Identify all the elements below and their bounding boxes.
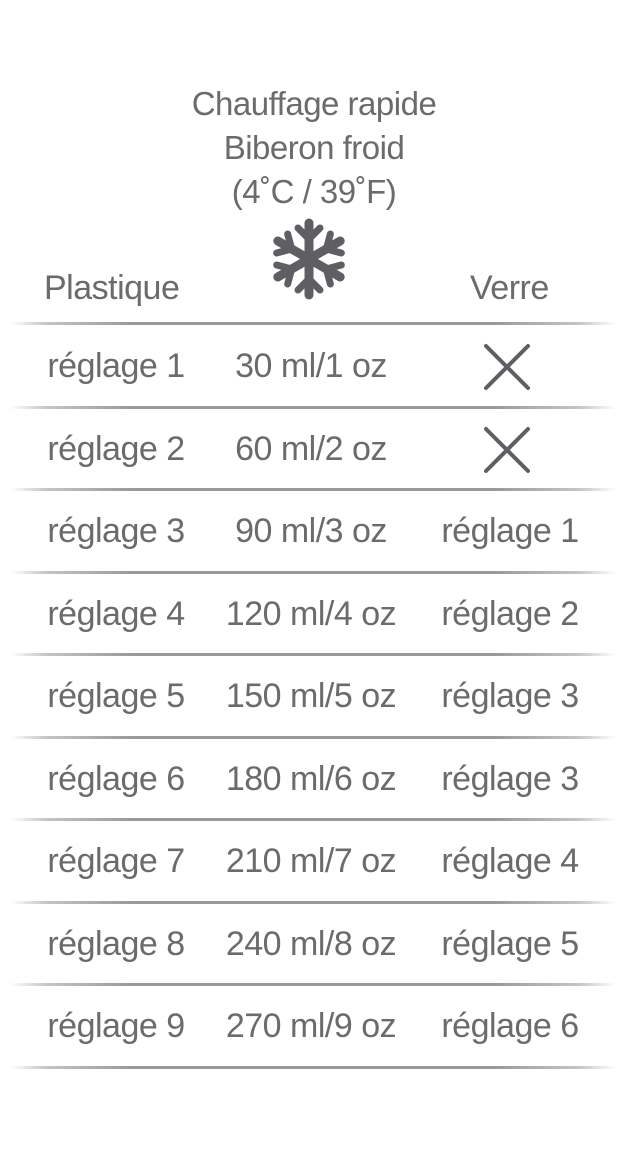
glass-setting: réglage 6: [441, 1007, 579, 1045]
glass-setting: réglage 1: [441, 512, 579, 550]
table-row: réglage 5 150 ml/5 oz réglage 3: [0, 656, 628, 739]
column-header-glass: Verre: [470, 269, 549, 307]
title-line-3: (4˚C / 39˚F): [231, 173, 397, 210]
table-row: réglage 8 240 ml/8 oz réglage 5: [0, 904, 628, 986]
title-line-2: Biberon froid: [223, 129, 405, 166]
glass-setting: réglage 2: [441, 594, 579, 633]
glass-setting: réglage 5: [441, 924, 579, 963]
volume: 90 ml/3 oz: [235, 512, 387, 550]
volume: 30 ml/1 oz: [235, 347, 387, 385]
plastic-setting: réglage 5: [47, 677, 185, 715]
column-header-plastic: Plastique: [44, 269, 180, 307]
x-icon: [484, 426, 530, 473]
glass-setting: réglage 4: [441, 842, 579, 880]
header-divider: [10, 322, 616, 325]
snowflake-icon: [268, 218, 350, 300]
volume: 270 ml/9 oz: [225, 1007, 397, 1045]
table-row: réglage 9 270 ml/9 oz réglage 6: [0, 986, 628, 1069]
volume: 150 ml/5 oz: [225, 677, 397, 715]
glass-setting: réglage 3: [441, 759, 579, 798]
plastic-setting: réglage 6: [47, 759, 185, 798]
title-line-1: Chauffage rapide: [191, 85, 437, 122]
volume: 60 ml/2 oz: [235, 429, 387, 468]
table-row: réglage 6 180 ml/6 oz réglage 3: [0, 739, 628, 821]
table-title: Chauffage rapide Biberon froid (4˚C / 39…: [0, 82, 628, 214]
row-divider: [10, 1065, 616, 1069]
table-row: réglage 1 30 ml/1 oz: [0, 326, 628, 409]
plastic-setting: réglage 4: [47, 594, 185, 633]
plastic-setting: réglage 9: [47, 1007, 185, 1045]
x-icon: [484, 344, 530, 390]
settings-table: réglage 1 30 ml/1 oz réglage 2 60 ml/2 oz ré…: [0, 326, 628, 1069]
plastic-setting: réglage 1: [47, 347, 185, 385]
table-row: réglage 4 120 ml/4 oz réglage 2: [0, 574, 628, 656]
plastic-setting: réglage 2: [47, 429, 185, 468]
volume: 120 ml/4 oz: [225, 594, 397, 633]
table-row: réglage 3 90 ml/3 oz réglage 1: [0, 491, 628, 574]
table-row: réglage 2 60 ml/2 oz: [0, 409, 628, 491]
plastic-setting: réglage 3: [47, 512, 185, 550]
volume: 210 ml/7 oz: [225, 842, 397, 880]
plastic-setting: réglage 8: [47, 924, 185, 963]
glass-setting: réglage 3: [441, 677, 579, 715]
table-row: réglage 7 210 ml/7 oz réglage 4: [0, 821, 628, 904]
volume: 180 ml/6 oz: [225, 759, 397, 798]
volume: 240 ml/8 oz: [225, 924, 397, 963]
plastic-setting: réglage 7: [47, 842, 185, 880]
